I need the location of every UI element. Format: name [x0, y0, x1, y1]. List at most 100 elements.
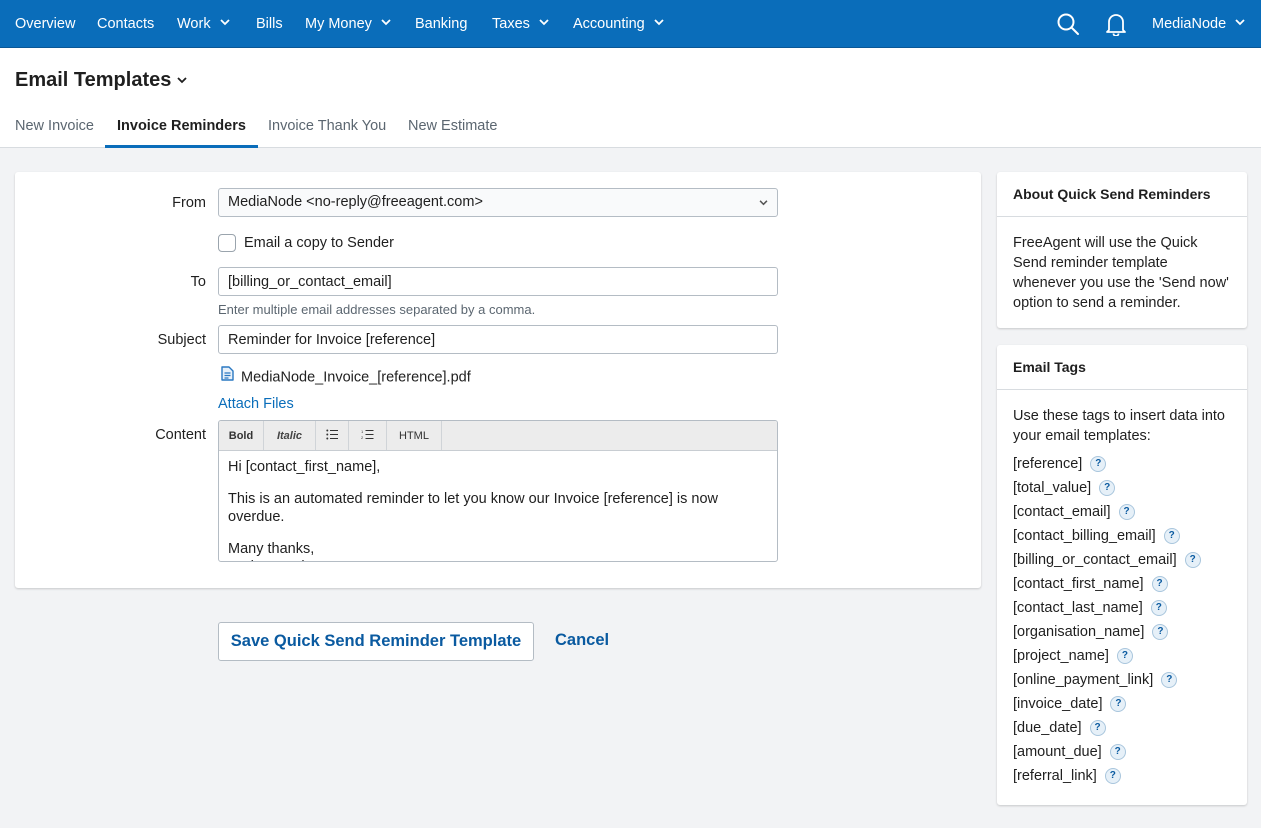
- tag-label: [due_date]: [1013, 720, 1082, 736]
- nav-label: Banking: [415, 16, 468, 32]
- tag-item: [billing_or_contact_email]?: [1013, 548, 1231, 572]
- to-input[interactable]: [218, 267, 778, 296]
- nav-contacts[interactable]: Contacts: [97, 0, 154, 48]
- tag-item: [project_name]?: [1013, 644, 1231, 668]
- nav-label: Overview: [15, 16, 76, 32]
- help-icon[interactable]: ?: [1104, 768, 1121, 784]
- help-icon[interactable]: ?: [1099, 480, 1116, 496]
- content-label: Content: [155, 427, 206, 443]
- bell-icon[interactable]: [1104, 12, 1128, 37]
- from-select[interactable]: MediaNode <no-reply@freeagent.com>: [218, 188, 778, 217]
- svg-text:2: 2: [361, 435, 364, 440]
- nav-banking[interactable]: Banking: [415, 0, 467, 48]
- help-icon[interactable]: ?: [1118, 504, 1135, 520]
- tab-new-invoice[interactable]: New Invoice: [15, 108, 94, 148]
- nav-taxes[interactable]: Taxes: [492, 0, 549, 48]
- about-panel: About Quick Send Reminders FreeAgent wil…: [997, 172, 1247, 328]
- top-nav: Overview Contacts Work Bills My Money Ba…: [0, 0, 1261, 48]
- email-tags-intro: Use these tags to insert data into your …: [1013, 408, 1225, 444]
- copy-sender-checkbox[interactable]: [218, 234, 236, 252]
- chevron-down-icon: [539, 0, 549, 46]
- tab-invoice-reminders[interactable]: Invoice Reminders: [105, 108, 258, 148]
- template-form: From MediaNode <no-reply@freeagent.com> …: [15, 172, 981, 588]
- numbered-list-icon: 12: [361, 429, 374, 443]
- editor-body[interactable]: Hi [contact_first_name], This is an auto…: [219, 451, 777, 561]
- page-header: Email Templates New Invoice Invoice Remi…: [0, 48, 1261, 148]
- tag-item: [contact_last_name]?: [1013, 596, 1231, 620]
- page-title[interactable]: Email Templates: [15, 69, 187, 92]
- tag-item: [referral_link]?: [1013, 764, 1231, 788]
- tag-item: [contact_first_name]?: [1013, 572, 1231, 596]
- nav-label: Work: [177, 16, 211, 32]
- nav-label: Contacts: [97, 16, 155, 32]
- tag-label: [contact_email]: [1013, 504, 1111, 520]
- tag-item: [reference]?: [1013, 452, 1231, 476]
- editor-toolbar: Bold Italic 12 HTML: [219, 421, 777, 451]
- chevron-down-icon: [381, 0, 391, 46]
- help-icon[interactable]: ?: [1163, 528, 1180, 544]
- account-menu[interactable]: MediaNode: [1152, 0, 1245, 48]
- nav-bills[interactable]: Bills: [256, 0, 283, 48]
- document-icon: [221, 366, 234, 385]
- account-name: MediaNode: [1152, 16, 1227, 32]
- tag-label: [reference]: [1013, 456, 1083, 472]
- search-icon[interactable]: [1056, 12, 1080, 36]
- nav-label: Accounting: [573, 16, 645, 32]
- help-icon[interactable]: ?: [1152, 624, 1169, 640]
- nav-accounting[interactable]: Accounting: [573, 0, 664, 48]
- copy-sender-label[interactable]: Email a copy to Sender: [244, 235, 394, 251]
- tag-label: [total_value]: [1013, 480, 1092, 496]
- tag-item: [amount_due]?: [1013, 740, 1231, 764]
- subject-label: Subject: [157, 332, 206, 348]
- tag-item: [total_value]?: [1013, 476, 1231, 500]
- tag-label: [contact_first_name]: [1013, 576, 1144, 592]
- nav-label: Taxes: [492, 16, 530, 32]
- attach-files-link[interactable]: Attach Files: [218, 396, 294, 412]
- italic-button[interactable]: Italic: [264, 421, 316, 450]
- tab-invoice-thank-you[interactable]: Invoice Thank You: [268, 108, 386, 148]
- tab-new-estimate[interactable]: New Estimate: [408, 108, 497, 148]
- help-icon[interactable]: ?: [1110, 696, 1127, 712]
- chevron-down-icon: [1235, 0, 1245, 46]
- chevron-down-icon: [759, 189, 768, 216]
- page-title-text: Email Templates: [15, 69, 172, 91]
- help-icon[interactable]: ?: [1090, 456, 1107, 472]
- nav-work[interactable]: Work: [177, 0, 230, 48]
- tag-item: [contact_email]?: [1013, 500, 1231, 524]
- help-icon[interactable]: ?: [1151, 576, 1168, 592]
- html-button[interactable]: HTML: [387, 421, 442, 450]
- chevron-down-icon: [219, 0, 230, 46]
- content-greeting: Hi [contact_first_name],: [228, 459, 381, 475]
- content-body: This is an automated reminder to let you…: [228, 491, 719, 525]
- tag-list: [reference]? [total_value]? [contact_email…: [1013, 452, 1231, 788]
- tag-label: [organisation_name]: [1013, 624, 1145, 640]
- nav-my-money[interactable]: My Money: [305, 0, 391, 48]
- help-icon[interactable]: ?: [1089, 720, 1106, 736]
- tag-item: [online_payment_link]?: [1013, 668, 1231, 692]
- nav-overview[interactable]: Overview: [15, 0, 75, 48]
- help-icon[interactable]: ?: [1161, 672, 1178, 688]
- save-template-button[interactable]: Save Quick Send Reminder Template: [218, 622, 534, 661]
- tag-item: [due_date]?: [1013, 716, 1231, 740]
- chevron-down-icon: [177, 67, 187, 90]
- bullet-list-button[interactable]: [316, 421, 349, 450]
- numbered-list-button[interactable]: 12: [349, 421, 387, 450]
- help-icon[interactable]: ?: [1109, 744, 1126, 760]
- bold-button[interactable]: Bold: [219, 421, 264, 450]
- attachment-item[interactable]: MediaNode_Invoice_[reference].pdf: [221, 366, 471, 387]
- nav-label: Bills: [256, 16, 283, 32]
- email-tags-panel: Email Tags Use these tags to insert data…: [997, 345, 1247, 805]
- content-editor: Bold Italic 12 HTML Hi [contact_first_na…: [218, 420, 778, 562]
- email-tags-title: Email Tags: [997, 345, 1247, 390]
- tag-item: [contact_billing_email]?: [1013, 524, 1231, 548]
- tag-label: [invoice_date]: [1013, 696, 1103, 712]
- help-icon[interactable]: ?: [1184, 552, 1201, 568]
- subject-input[interactable]: [218, 325, 778, 354]
- svg-text:1: 1: [361, 429, 364, 434]
- help-icon[interactable]: ?: [1116, 648, 1133, 664]
- about-title: About Quick Send Reminders: [997, 172, 1247, 217]
- content-signature: Nathan Barley: [228, 558, 768, 561]
- cancel-link[interactable]: Cancel: [555, 631, 609, 650]
- help-icon[interactable]: ?: [1150, 600, 1167, 616]
- tag-label: [contact_billing_email]: [1013, 528, 1156, 544]
